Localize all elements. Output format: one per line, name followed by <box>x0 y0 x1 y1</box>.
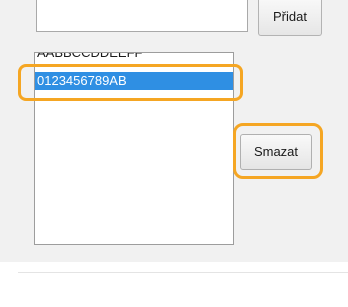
add-button[interactable]: Přidat <box>258 0 322 36</box>
selected-item-highlight <box>18 64 243 101</box>
list-item[interactable]: AABBCCDDEEFF <box>35 53 233 62</box>
entry-text-field[interactable] <box>36 0 248 32</box>
divider <box>18 272 348 273</box>
delete-button-highlight <box>233 123 323 179</box>
